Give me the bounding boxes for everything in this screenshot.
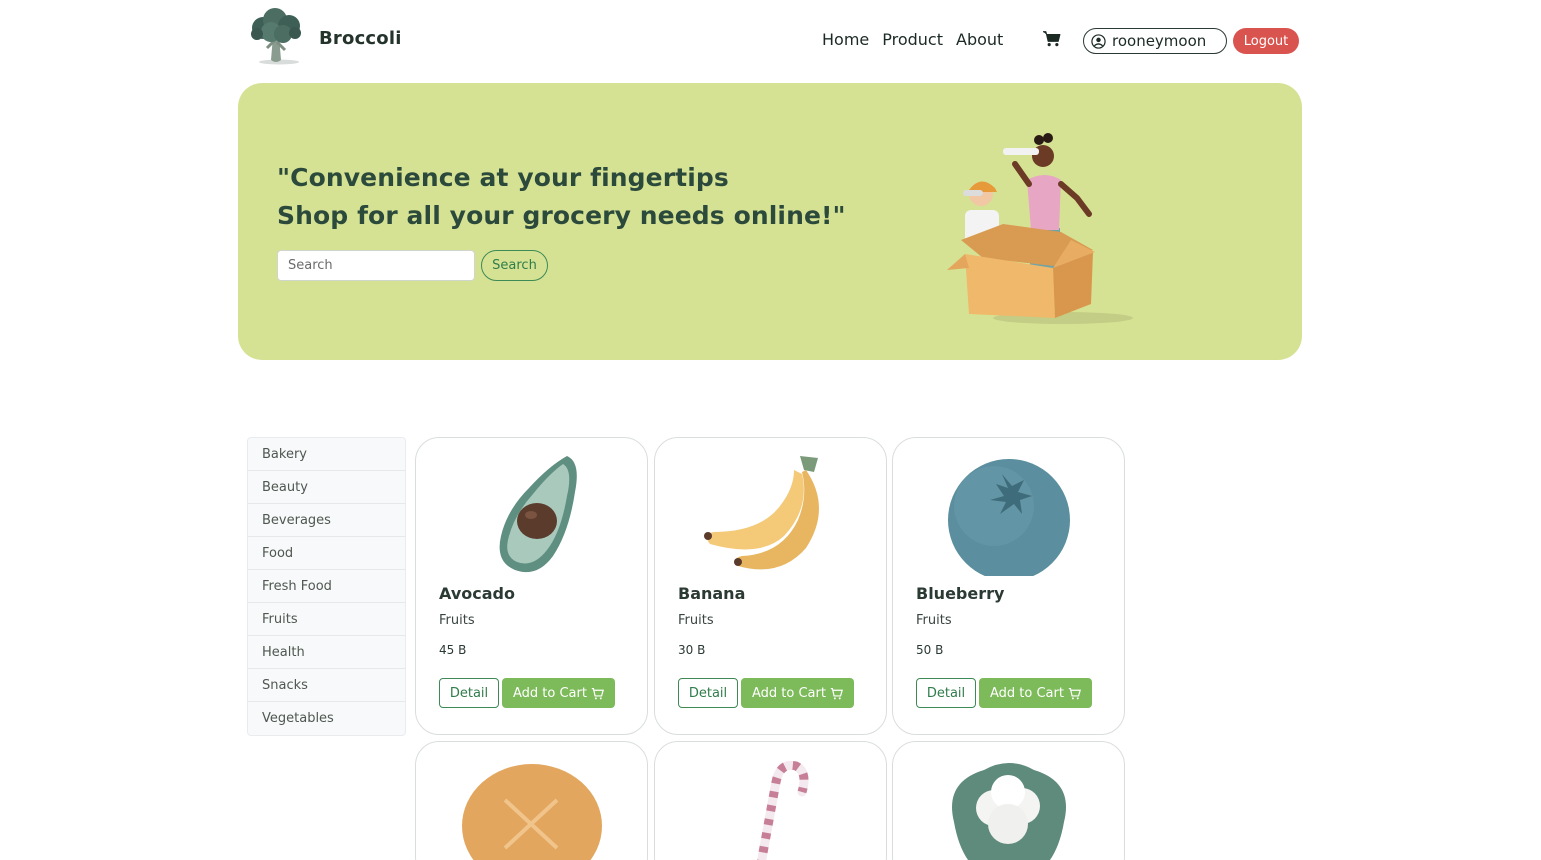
top-navbar: Broccoli Home Product About rooneymoon L… bbox=[0, 0, 1541, 80]
hero-headline-line2: Shop for all your grocery needs online!" bbox=[277, 201, 846, 230]
banana-icon bbox=[703, 456, 819, 570]
username-label: rooneymoon bbox=[1112, 32, 1207, 50]
product-name[interactable]: Avocado bbox=[439, 584, 515, 603]
product-category: Fruits bbox=[439, 613, 475, 628]
nav-product[interactable]: Product bbox=[882, 30, 943, 49]
search-input[interactable] bbox=[277, 250, 475, 281]
bread-icon bbox=[461, 764, 602, 860]
add-to-cart-label: Add to Cart bbox=[513, 685, 587, 701]
detail-button[interactable]: Detail bbox=[439, 678, 499, 708]
nav-home[interactable]: Home bbox=[822, 30, 869, 49]
cart-outline-icon bbox=[591, 687, 604, 699]
add-to-cart-button[interactable]: Add to Cart bbox=[502, 678, 615, 708]
add-to-cart-button[interactable]: Add to Cart bbox=[741, 678, 854, 708]
category-item-beverages[interactable]: Beverages bbox=[248, 504, 405, 537]
user-menu-button[interactable]: rooneymoon bbox=[1083, 28, 1227, 54]
add-to-cart-label: Add to Cart bbox=[990, 685, 1064, 701]
search-button[interactable]: Search bbox=[481, 250, 548, 281]
avocado-icon bbox=[499, 456, 577, 573]
category-item-food[interactable]: Food bbox=[248, 537, 405, 570]
product-name[interactable]: Banana bbox=[678, 584, 745, 603]
category-item-snacks[interactable]: Snacks bbox=[248, 669, 405, 702]
candy-cane-icon bbox=[756, 760, 808, 860]
product-price: 50 B bbox=[916, 643, 944, 657]
user-circle-icon bbox=[1091, 33, 1106, 49]
category-list: Bakery Beauty Beverages Food Fresh Food … bbox=[247, 437, 406, 736]
hero-headline-line1: "Convenience at your fingertips bbox=[277, 163, 729, 192]
category-item-bakery[interactable]: Bakery bbox=[248, 438, 405, 471]
cart-outline-icon bbox=[830, 687, 843, 699]
category-item-beauty[interactable]: Beauty bbox=[248, 471, 405, 504]
product-price: 45 B bbox=[439, 643, 467, 657]
category-item-fresh-food[interactable]: Fresh Food bbox=[248, 570, 405, 603]
nav-about[interactable]: About bbox=[956, 30, 1003, 49]
product-category: Fruits bbox=[678, 613, 714, 628]
blueberry-icon bbox=[947, 459, 1070, 576]
category-item-vegetables[interactable]: Vegetables bbox=[248, 702, 405, 735]
kids-in-box-illustration bbox=[947, 133, 1133, 324]
product-card: Avocado Fruits 45 B Detail Add to Cart bbox=[415, 437, 648, 735]
product-card bbox=[654, 741, 887, 860]
product-price: 30 B bbox=[678, 643, 706, 657]
product-card: Blueberry Fruits 50 B Detail Add to Cart bbox=[892, 437, 1125, 735]
product-name[interactable]: Blueberry bbox=[916, 584, 1004, 603]
hero-banner: "Convenience at your fingertips Shop for… bbox=[238, 83, 1302, 360]
logout-button[interactable]: Logout bbox=[1233, 28, 1299, 54]
product-card bbox=[415, 741, 648, 860]
brand-name[interactable]: Broccoli bbox=[319, 28, 402, 49]
cart-icon[interactable] bbox=[1043, 30, 1061, 48]
category-item-fruits[interactable]: Fruits bbox=[248, 603, 405, 636]
detail-button[interactable]: Detail bbox=[678, 678, 738, 708]
detail-button[interactable]: Detail bbox=[916, 678, 976, 708]
cart-outline-icon bbox=[1068, 687, 1081, 699]
cauliflower-icon bbox=[951, 763, 1066, 860]
add-to-cart-label: Add to Cart bbox=[752, 685, 826, 701]
main-nav: Home Product About bbox=[822, 30, 1003, 49]
broccoli-logo-icon[interactable] bbox=[245, 6, 307, 66]
category-item-health[interactable]: Health bbox=[248, 636, 405, 669]
product-card: Banana Fruits 30 B Detail Add to Cart bbox=[654, 437, 887, 735]
add-to-cart-button[interactable]: Add to Cart bbox=[979, 678, 1092, 708]
product-category: Fruits bbox=[916, 613, 952, 628]
product-card bbox=[892, 741, 1125, 860]
